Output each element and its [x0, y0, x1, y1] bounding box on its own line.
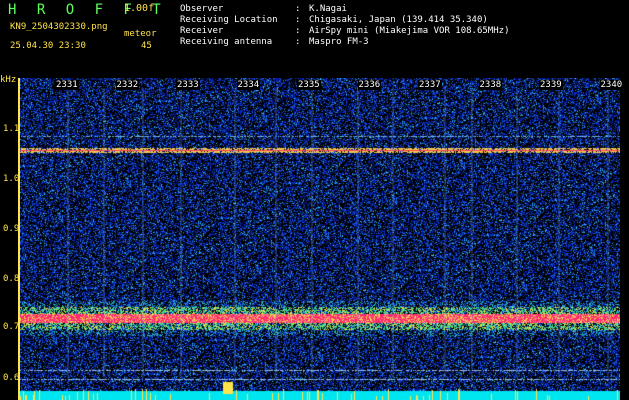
- x-tick-label: 2331: [55, 80, 79, 90]
- datetime-label: 25.04.30 23:30: [10, 41, 86, 51]
- x-tick-label: 2337: [418, 80, 442, 90]
- x-tick-label: 2339: [539, 80, 563, 90]
- y-axis-unit: kHz: [0, 75, 17, 85]
- x-tick-label: 2333: [176, 80, 200, 90]
- version-label: 1.00f: [124, 3, 155, 14]
- x-tick-label: 2340: [599, 80, 624, 90]
- info-row-observer: Observer: K.Nagai: [180, 4, 347, 14]
- y-tick-label: 1.0: [3, 174, 20, 184]
- x-tick-label: 2332: [115, 80, 140, 90]
- y-tick-label: 0.8: [3, 274, 20, 284]
- info-row-antenna: Receiving antenna: Maspro FM-3: [180, 37, 369, 47]
- meteor-label: meteor: [124, 29, 157, 39]
- x-tick-label: 2335: [297, 80, 321, 90]
- y-tick-label: 0.6: [3, 373, 20, 383]
- x-tick-label: 2334: [236, 80, 261, 90]
- y-tick-label: 0.9: [3, 224, 20, 234]
- filename-label: KN9_2504302330.png: [10, 22, 108, 32]
- info-row-location: Receiving Location: Chigasaki, Japan (139…: [180, 15, 488, 25]
- x-tick-label: 2338: [478, 80, 503, 90]
- header-panel: H R O F F T 1.00f KN9_2504302330.png met…: [0, 0, 629, 78]
- info-row-receiver: Receiver: AirSpy mini (Miakejima VOR 108.…: [180, 26, 510, 36]
- y-tick-label: 1.1: [3, 124, 20, 134]
- y-tick-label: 0.7: [3, 322, 20, 332]
- spectrogram: [20, 78, 620, 400]
- x-tick-label: 2336: [357, 80, 382, 90]
- observation-info: Observer: K.Nagai Receiving Location: Chig…: [180, 4, 509, 48]
- meteor-count: 45: [141, 41, 152, 51]
